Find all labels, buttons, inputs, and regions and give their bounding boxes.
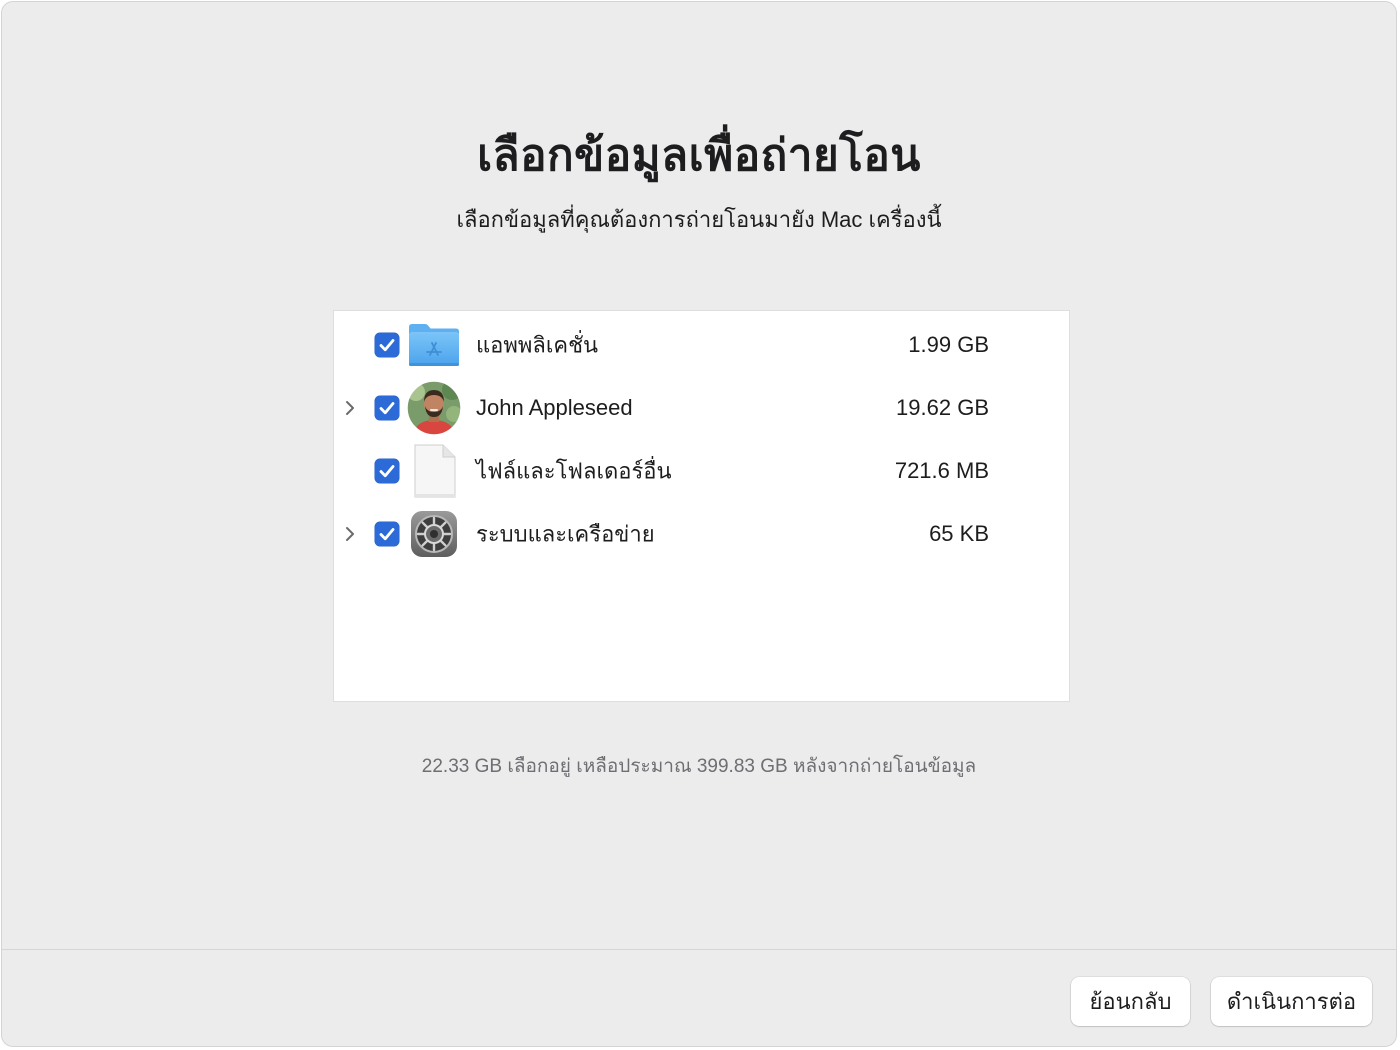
other-files-size: 721.6 MB: [894, 457, 989, 483]
list-item-user[interactable]: John Appleseed 19.62 GB: [334, 376, 1069, 439]
checkmark-icon: [379, 464, 395, 477]
user-size: 19.62 GB: [896, 394, 989, 420]
user-avatar-icon: [406, 379, 462, 436]
footer-divider: [2, 949, 1396, 950]
list-item-other-files[interactable]: ไฟล์และโฟลเดอร์อื่น 721.6 MB: [334, 439, 1069, 502]
system-network-label: ระบบและเครือข่าย: [476, 521, 655, 546]
storage-summary: 22.33 GB เลือกอยู่ เหลือประมาณ 399.83 GB…: [421, 756, 977, 777]
migration-assistant-window: เลือกข้อมูลเพื่อถ่ายโอน เลือกข้อมูลที่คุ…: [1, 1, 1397, 1047]
checkmark-icon: [379, 338, 395, 351]
other-files-checkbox[interactable]: [375, 458, 399, 483]
continue-button[interactable]: ดำเนินการต่อ: [1211, 977, 1372, 1026]
checkmark-icon: [379, 527, 395, 540]
page-title: เลือกข้อมูลเพื่อถ่ายโอน: [477, 131, 921, 180]
system-settings-gear-icon: [406, 506, 462, 562]
applications-label: แอพพลิเคชั่น: [476, 332, 599, 357]
transfer-items-list: แอพพลิเคชั่น 1.99 GB John Appleseed 19.6…: [333, 310, 1070, 702]
other-files-label: ไฟล์และโฟลเดอร์อื่น: [476, 458, 672, 483]
user-label: John Appleseed: [476, 394, 633, 420]
system-network-size: 65 KB: [929, 520, 989, 546]
applications-folder-icon: [406, 317, 462, 373]
page-subtitle: เลือกข้อมูลที่คุณต้องการถ่ายโอนมายัง Mac…: [456, 207, 942, 232]
applications-checkbox[interactable]: [375, 332, 399, 357]
applications-size: 1.99 GB: [908, 331, 989, 357]
list-item-system-network[interactable]: ระบบและเครือข่าย 65 KB: [334, 502, 1069, 565]
system-network-checkbox[interactable]: [375, 521, 399, 546]
disclosure-chevron-right-icon[interactable]: [342, 398, 358, 418]
back-button[interactable]: ย้อนกลับ: [1071, 977, 1190, 1026]
document-icon: [406, 443, 462, 499]
checkmark-icon: [379, 401, 395, 414]
disclosure-chevron-right-icon[interactable]: [342, 524, 358, 544]
user-checkbox[interactable]: [375, 395, 399, 420]
list-item-applications[interactable]: แอพพลิเคชั่น 1.99 GB: [334, 313, 1069, 376]
